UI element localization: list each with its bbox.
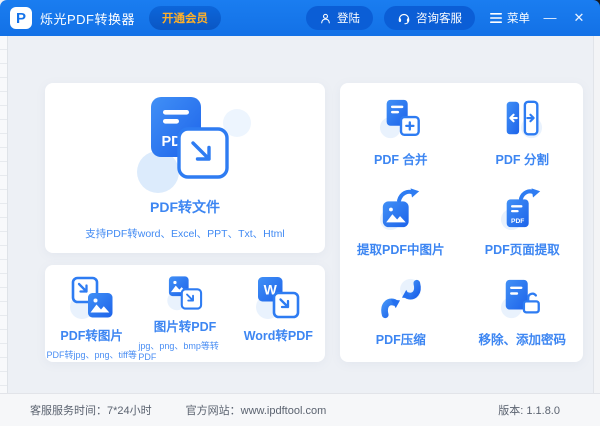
logo-letter: P: [15, 9, 26, 27]
user-icon: [321, 13, 330, 23]
password-item[interactable]: 移除、添加密码: [462, 268, 584, 358]
tools-card: PDF 合并 PDF 分割 提取PDF中图片 PDF PDF页面提取 PDF压缩…: [340, 83, 583, 362]
pdf-split-label: PDF 分割: [495, 152, 549, 167]
pdf-to-file-subtitle: 支持PDF转word、Excel、PPT、Txt、Html: [85, 228, 285, 240]
pdf-badge-small: PDF: [511, 218, 524, 225]
extract-pages-item[interactable]: PDF PDF页面提取: [462, 177, 584, 267]
convert-row-card: PDF转图片 PDF转jpg、png、tiff等 图片转PDF jpg、png、…: [45, 265, 325, 362]
website-text: 官方网站：www.ipdftool.com: [185, 405, 327, 417]
pdf-merge-label: PDF 合并: [374, 152, 428, 167]
menu-button[interactable]: 菜单: [490, 10, 530, 26]
background-window-left-edge: [0, 36, 8, 426]
pdf-to-file-card[interactable]: PDF PDF转文件 支持PDF转word、Excel、PPT、Txt、Html: [45, 83, 325, 253]
pdf-merge-icon: [379, 99, 420, 138]
extract-pages-label: PDF页面提取: [484, 242, 560, 257]
app-logo: P: [10, 7, 32, 29]
open-vip-button[interactable]: 开通会员: [149, 6, 222, 30]
background-window-right-edge: [593, 36, 600, 393]
password-lock-icon: [501, 280, 541, 319]
extract-pages-icon: PDF: [501, 188, 541, 231]
customer-service-button[interactable]: 咨询客服: [384, 6, 475, 30]
word-to-pdf-icon: W: [256, 277, 300, 319]
extract-images-label: 提取PDF中图片: [356, 242, 445, 257]
app-window: P 烁光PDF转换器 开通会员 登陆 咨询客服 菜单 — ✕ PDF PDF转文…: [0, 0, 600, 426]
word-to-pdf-item[interactable]: W Word转PDF: [232, 274, 325, 362]
pdf-split-item[interactable]: PDF 分割: [462, 87, 584, 177]
close-button[interactable]: ✕: [570, 9, 588, 27]
pdf-split-icon: [506, 100, 543, 138]
pdf-merge-item[interactable]: PDF 合并: [340, 87, 462, 177]
extract-images-item[interactable]: 提取PDF中图片: [340, 177, 462, 267]
pdf-to-file-title: PDF转文件: [150, 199, 220, 215]
statusbar: 客服服务时间：7*24小时 官方网站：www.ipdftool.com 版本: …: [0, 393, 600, 426]
pdf-to-file-icon: PDF: [151, 97, 229, 179]
image-to-pdf-item[interactable]: 图片转PDF jpg、png、bmp等转PDF: [138, 274, 231, 362]
image-to-pdf-icon: [167, 276, 203, 311]
pdf-to-image-label: PDF转图片: [60, 329, 123, 343]
image-to-pdf-label: 图片转PDF: [153, 320, 217, 334]
headset-icon: [398, 13, 410, 25]
app-title: 烁光PDF转换器: [40, 11, 136, 27]
hamburger-icon: [490, 13, 502, 23]
pdf-compress-icon: [381, 279, 421, 319]
extract-images-icon: [379, 188, 419, 231]
image-to-pdf-subtitle: jpg、png、bmp等转PDF: [138, 341, 219, 362]
word-to-pdf-label: Word转PDF: [243, 329, 313, 343]
pdf-to-image-item[interactable]: PDF转图片 PDF转jpg、png、tiff等: [45, 274, 138, 362]
pdf-compress-item[interactable]: PDF压缩: [340, 268, 462, 358]
pdf-to-image-subtitle: PDF转jpg、png、tiff等: [46, 350, 137, 360]
version-text: 版本: 1.1.8.0: [498, 405, 560, 417]
login-button[interactable]: 登陆: [306, 6, 373, 30]
pdf-compress-label: PDF压缩: [375, 333, 426, 348]
titlebar: P 烁光PDF转换器 开通会员 登陆 咨询客服 菜单 — ✕: [0, 0, 600, 36]
password-label: 移除、添加密码: [478, 333, 566, 348]
pdf-to-image-icon: [69, 276, 113, 319]
minimize-button[interactable]: —: [541, 9, 559, 27]
service-time-text: 客服服务时间：7*24小时: [30, 405, 152, 417]
